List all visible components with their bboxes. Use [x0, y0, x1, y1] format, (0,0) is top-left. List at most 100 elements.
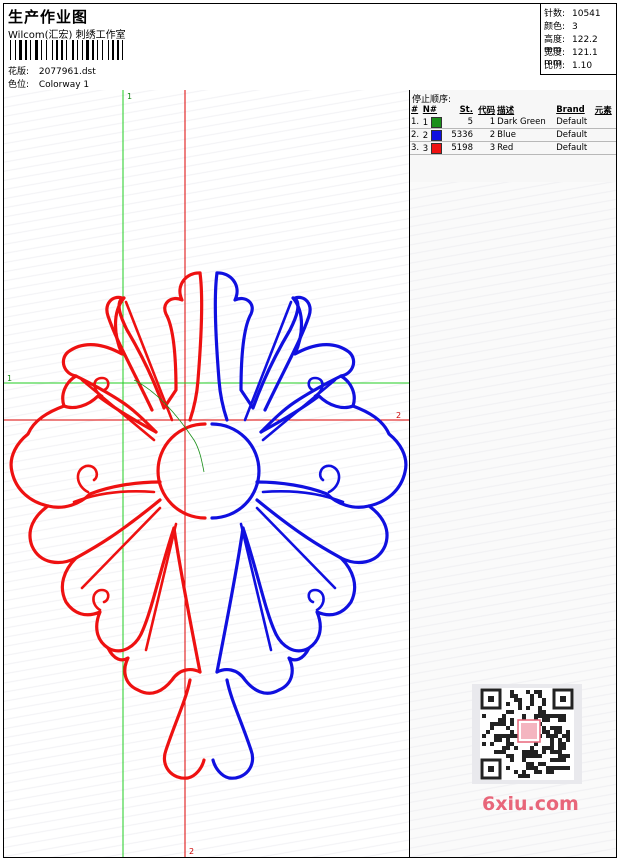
- barcode-bar: [46, 40, 47, 60]
- row-description: Red: [496, 141, 556, 155]
- company-name: Wilcom(汇宏) 刺绣工作室: [8, 30, 126, 41]
- row-brand: Default: [555, 116, 594, 129]
- row-element: [593, 128, 616, 142]
- colors-label: 颜色:: [544, 22, 566, 32]
- barcode-bar: [19, 40, 22, 60]
- barcode-bar: [28, 40, 29, 60]
- row-stitches: 5336: [446, 128, 474, 142]
- barcode-bar: [99, 40, 101, 60]
- color-swatch: [430, 142, 442, 154]
- barcode-bar: [10, 40, 11, 60]
- stitches-row: 针数: 10541: [544, 6, 601, 19]
- row-index: 2.: [410, 128, 422, 142]
- row-index: 1.: [410, 116, 422, 129]
- barcode-bar: [110, 40, 111, 60]
- watermark-site: 6xiu.com: [482, 793, 579, 815]
- barcode-bar: [17, 40, 18, 60]
- barcode-bar: [32, 40, 34, 60]
- red-h-guide-label: 2: [396, 411, 401, 420]
- qr-code: [480, 688, 574, 780]
- row-brand: Default: [555, 141, 594, 155]
- scale-row: 比例: 1.10: [544, 58, 592, 71]
- barcode-bar: [54, 40, 55, 60]
- colors-row: 颜色: 3: [544, 19, 578, 32]
- sheet-title: 生产作业图: [8, 8, 89, 26]
- stitches-value: 10541: [572, 9, 601, 19]
- stop-sequence-panel: 停止顺序: # N# St. 代码 描述 Brand 元素 1. 1 5 1 D…: [410, 90, 616, 857]
- barcode-bar: [75, 40, 76, 60]
- barcode-bar: [52, 40, 53, 60]
- color-swatch: [430, 129, 442, 141]
- row-code: 1: [473, 116, 497, 129]
- row-index: 3.: [410, 141, 422, 155]
- stamp-logo: [517, 719, 541, 743]
- barcode-bar: [77, 40, 78, 60]
- barcode-bar: [90, 40, 91, 60]
- barcode-bar: [117, 40, 119, 60]
- barcode-bar: [72, 40, 74, 60]
- colorway-row: 色位: Colorway 1: [8, 77, 89, 90]
- col-header-code: 代码: [478, 106, 496, 116]
- barcode-bar: [79, 40, 81, 60]
- table-row: 1. 1 5 1 Dark Green Default: [410, 116, 616, 129]
- barcode-bar: [82, 40, 83, 60]
- barcode-bar: [61, 40, 63, 60]
- col-header-brand: Brand: [556, 105, 585, 115]
- col-header-stitches: St.: [459, 105, 473, 115]
- barcode-bar: [104, 40, 107, 60]
- stitches-label: 针数:: [544, 9, 566, 19]
- sheet-header: 生产作业图 Wilcom(汇宏) 刺绣工作室 花版: 2077961.dst 色…: [4, 4, 616, 91]
- row-needle: 3: [421, 141, 447, 155]
- design-file-label: 花版:: [8, 67, 30, 77]
- row-brand: Default: [555, 128, 594, 142]
- row-description: Blue: [496, 128, 556, 142]
- stop-sequence-table: # N# St. 代码 描述 Brand 元素 1. 1 5 1 Dark Gr…: [410, 104, 616, 155]
- barcode-bar: [56, 40, 58, 60]
- color-swatch: [430, 116, 442, 128]
- design-info-box: 针数: 10541 颜色: 3 高度: 122.2 mm 宽度: 121.1 mm 比例…: [540, 4, 616, 75]
- blue-embroidery-half: [210, 271, 408, 780]
- stop-table-header: # N# St. 代码 描述 Brand 元素: [410, 104, 616, 116]
- barcode-bar: [95, 40, 96, 60]
- row-stitches: 5198: [446, 141, 474, 155]
- green-v-guide-label: 1: [127, 92, 132, 101]
- barcode-bar: [48, 40, 51, 60]
- barcode-bar: [25, 40, 27, 60]
- barcode-bar: [64, 40, 65, 60]
- design-canvas: 1 1 2 2: [4, 90, 410, 857]
- row-code: 2: [473, 128, 497, 142]
- barcode-bar: [84, 40, 85, 60]
- barcode-bar: [68, 40, 71, 60]
- scale-label: 比例:: [544, 61, 566, 71]
- barcode-bar: [122, 40, 123, 60]
- barcode-bar: [43, 40, 45, 60]
- barcode-bar: [112, 40, 114, 60]
- row-description: Dark Green: [496, 116, 556, 129]
- embroidery-preview: 1 1 2 2: [4, 90, 409, 857]
- barcode-bar: [23, 40, 24, 60]
- design-file-row: 花版: 2077961.dst: [8, 64, 96, 77]
- barcode-bar: [120, 40, 121, 60]
- table-row: 3. 3 5198 3 Red Default: [410, 141, 616, 155]
- width-label: 宽度:: [544, 48, 566, 58]
- barcode-bar: [102, 40, 103, 60]
- barcode-bar: [66, 40, 67, 60]
- barcode-bar: [41, 40, 42, 60]
- row-needle: 1: [421, 116, 447, 129]
- barcode-bar: [39, 40, 40, 60]
- col-header-element: 元素: [594, 106, 612, 116]
- barcode-bar: [92, 40, 94, 60]
- col-header-needle: N#: [422, 105, 438, 115]
- barcode-bar: [12, 40, 14, 60]
- colors-value: 3: [572, 22, 578, 32]
- scale-value: 1.10: [572, 61, 593, 71]
- red-embroidery-half: [9, 271, 207, 780]
- production-sheet: 生产作业图 Wilcom(汇宏) 刺绣工作室 花版: 2077961.dst 色…: [3, 3, 617, 858]
- row-element: [593, 141, 616, 155]
- row-needle: 2: [421, 128, 447, 142]
- colorway-value: Colorway 1: [38, 80, 90, 90]
- height-label: 高度:: [544, 35, 566, 45]
- barcode-bar: [86, 40, 89, 60]
- barcode-bar: [30, 40, 31, 60]
- green-h-guide-label: 1: [7, 374, 12, 383]
